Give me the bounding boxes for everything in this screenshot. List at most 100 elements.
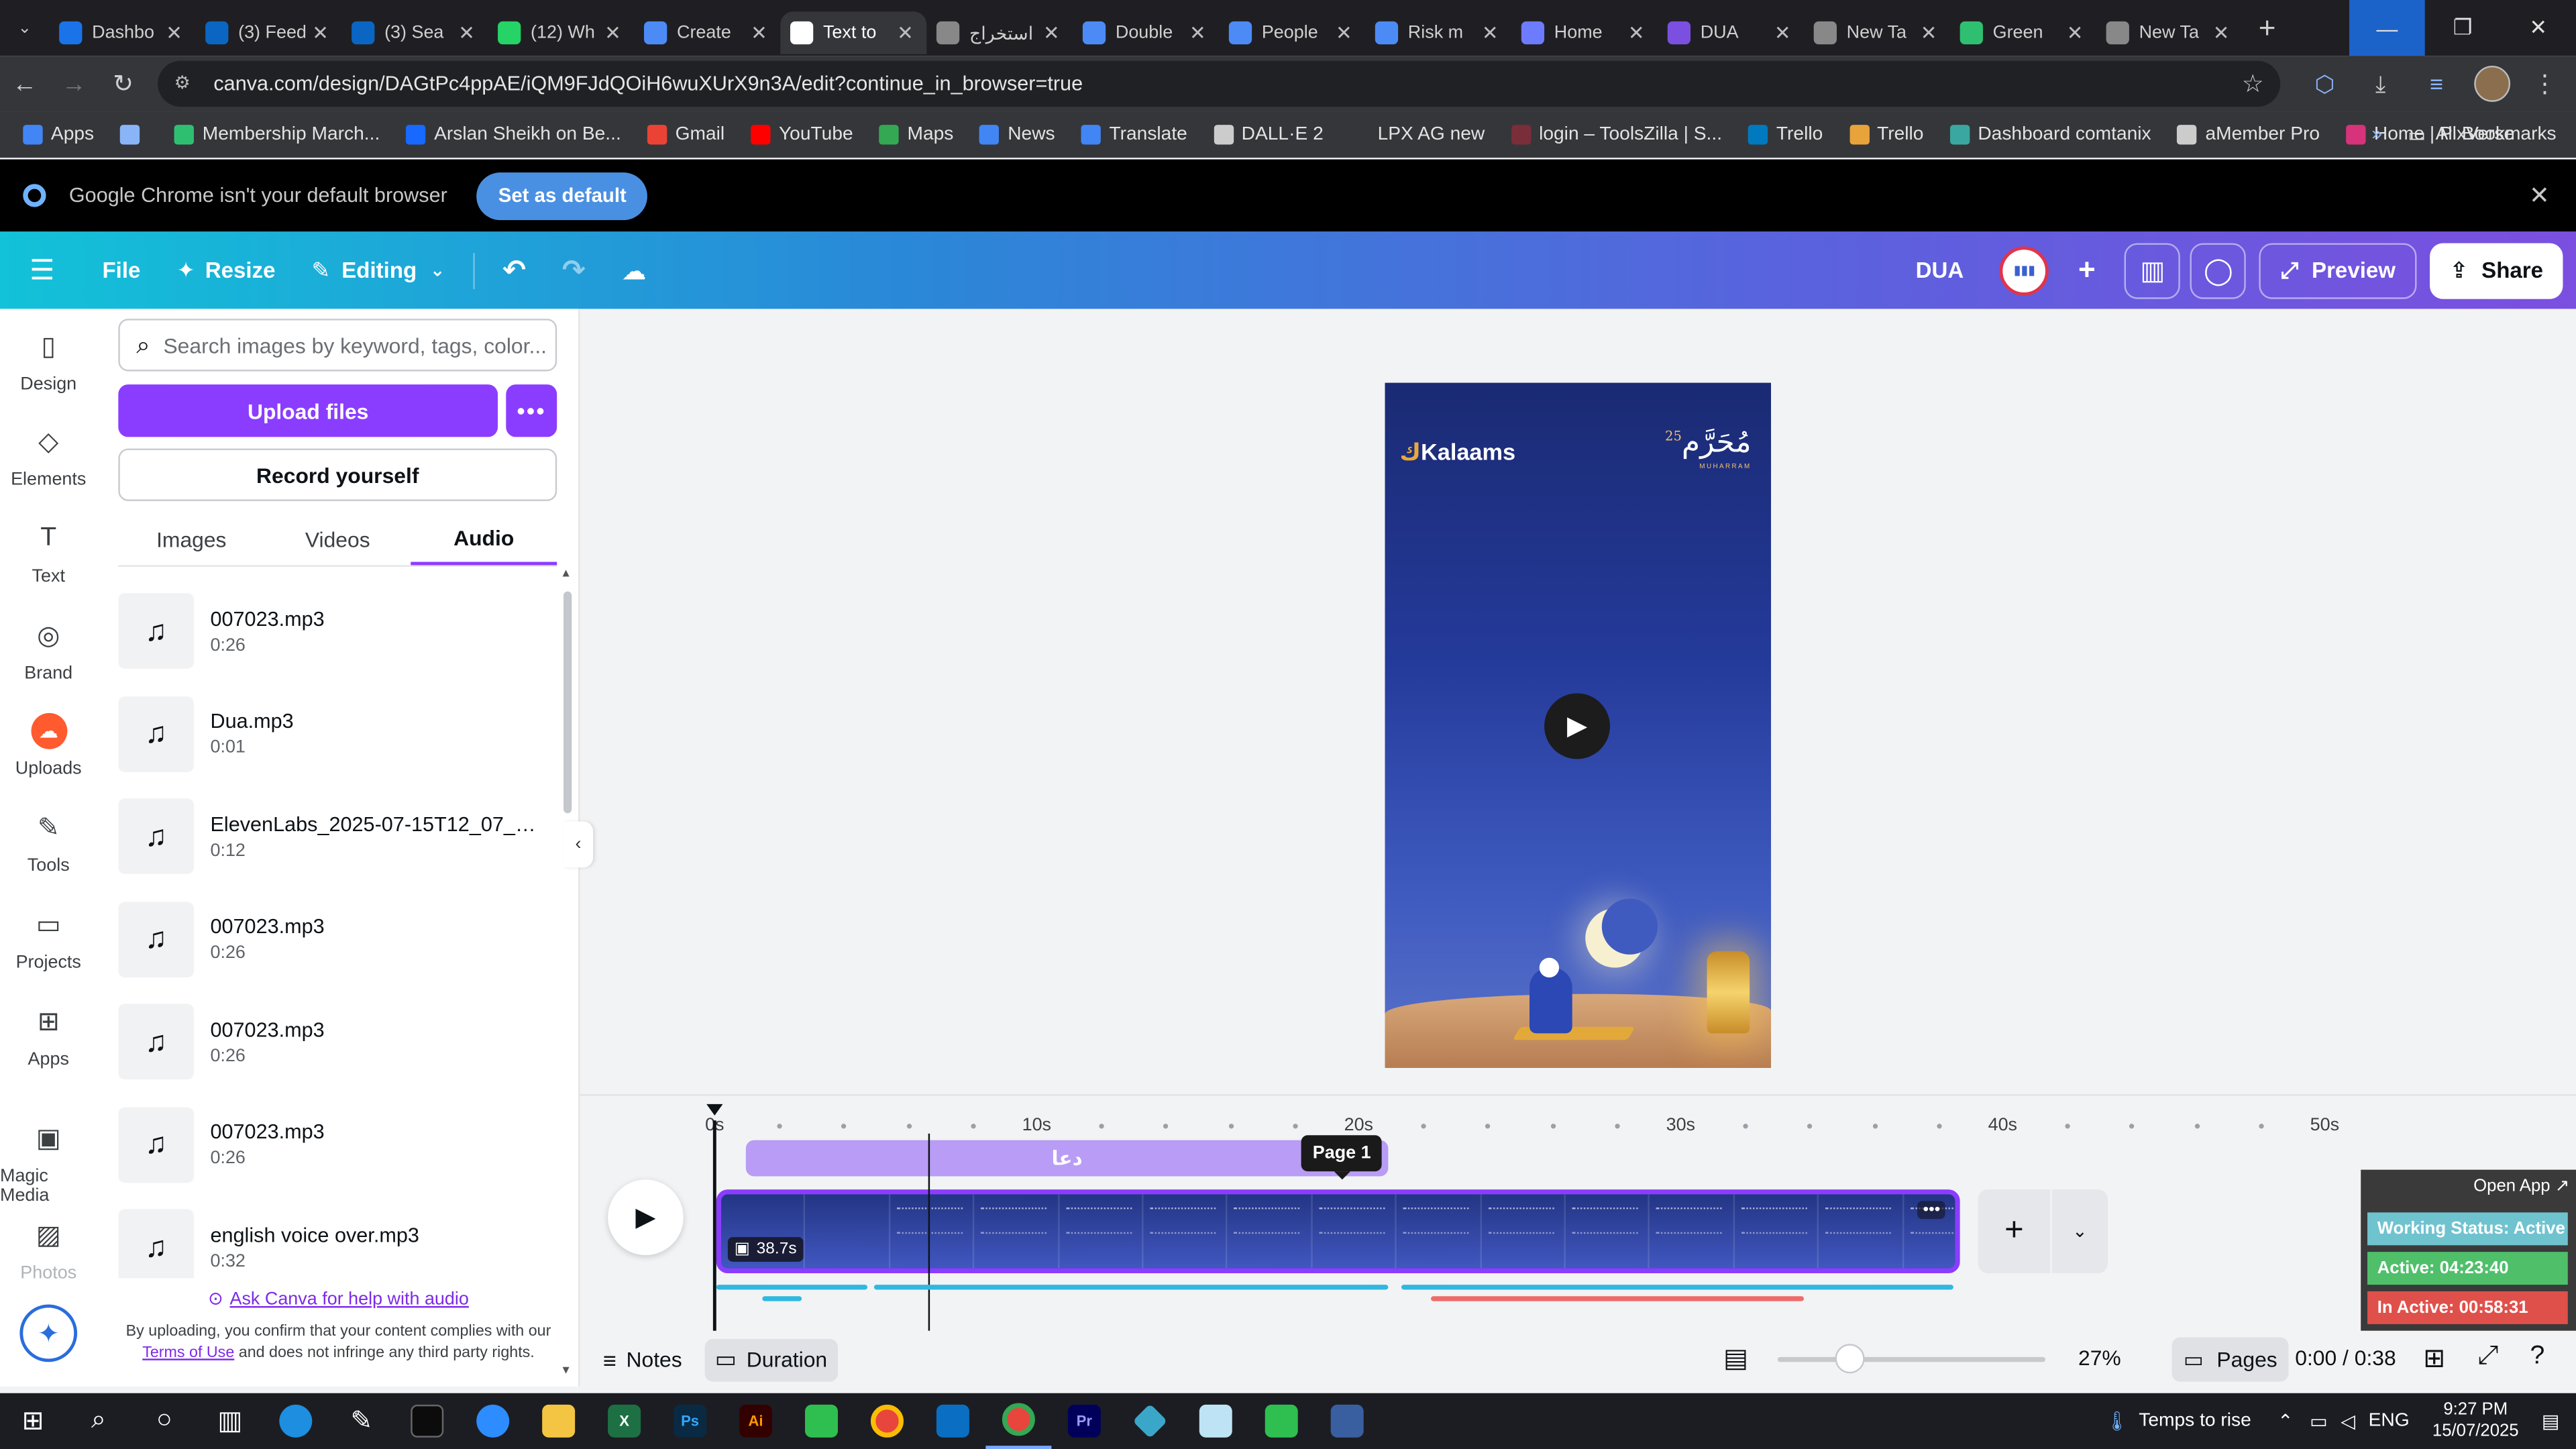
audio-list-item[interactable]: ♫ 007023.mp3 0:26 [118, 991, 558, 1093]
bookmark-item[interactable]: Gmail [647, 125, 724, 145]
tab-close-icon[interactable]: ✕ [894, 21, 916, 44]
rail-item-elements[interactable]: ◇ Elements [0, 424, 97, 490]
browser-tab[interactable]: New Ta ✕ [1804, 11, 1950, 54]
fullscreen-icon[interactable]: ⤢ [2477, 1342, 2498, 1372]
weather-text[interactable]: Temps to rise [2139, 1411, 2251, 1431]
scroll-up-arrow-icon[interactable]: ▲ [560, 568, 572, 580]
browser-tab[interactable]: (12) Wh ✕ [488, 11, 634, 54]
browser-tab[interactable]: (3) Feed ✕ [195, 11, 341, 54]
rail-item-brand[interactable]: ◎ Brand [0, 618, 97, 684]
audio-list-item[interactable]: ♫ 007023.mp3 0:26 [118, 1093, 558, 1196]
vscode-icon[interactable] [920, 1393, 985, 1449]
browser-tab[interactable]: Text to ✕ [780, 11, 927, 54]
bookmark-item[interactable]: Trello [1849, 125, 1924, 145]
rail-item-photos[interactable]: ▨ Photos [0, 1218, 97, 1283]
zoom-slider-track[interactable] [1777, 1356, 2046, 1362]
media-controls-icon[interactable]: ≡ [2408, 59, 2464, 108]
bookmark-item[interactable]: YouTube [751, 125, 853, 145]
tab-audio[interactable]: Audio [411, 513, 557, 566]
app-icon[interactable] [1117, 1393, 1183, 1449]
browser-tab[interactable]: New Ta ✕ [2096, 11, 2243, 54]
scroll-down-arrow-icon[interactable]: ▼ [560, 1365, 572, 1377]
browser-tab[interactable]: (3) Sea ✕ [341, 11, 488, 54]
back-arrow-icon[interactable]: ← [0, 59, 49, 108]
play-video-icon[interactable]: ▶ [1544, 693, 1611, 759]
tab-close-icon[interactable]: ✕ [2210, 21, 2233, 44]
audio-list-item[interactable]: ♫ ElevenLabs_2025-07-15T12_07_02_... 0:12 [118, 786, 558, 888]
browser-tab[interactable]: Double ✕ [1073, 11, 1219, 54]
timeline-play-button[interactable]: ▶ [608, 1179, 684, 1256]
pages-button[interactable]: ▭ Pages [2171, 1337, 2289, 1382]
ask-canva-link[interactable]: ⊙ Ask Canva for help with audio [97, 1288, 580, 1309]
collapse-panel-chevron-icon[interactable]: ‹ [564, 821, 594, 868]
audio-list-item[interactable]: ♫ 007023.mp3 0:26 [118, 888, 558, 991]
upload-files-button[interactable]: Upload files [118, 384, 498, 437]
rail-item-projects[interactable]: ▭ Projects [0, 907, 97, 973]
volume-icon[interactable]: ◁ [2341, 1409, 2355, 1432]
chrome-active-icon[interactable] [985, 1393, 1052, 1449]
resize-button[interactable]: ✦ Resize [158, 231, 293, 309]
bookmark-item[interactable]: News [979, 125, 1055, 145]
bookmark-item[interactable]: DALL·E 2 [1214, 125, 1324, 145]
audio-list-item[interactable]: ♫ 007023.mp3 0:26 [118, 580, 558, 682]
new-tab-plus-icon[interactable]: + [2243, 11, 2292, 45]
illustrator-icon[interactable]: Ai [723, 1393, 789, 1449]
browser-tab[interactable]: Risk m ✕ [1365, 11, 1511, 54]
notes-button[interactable]: ≡ Notes [593, 1338, 692, 1381]
comments-icon[interactable]: ◯ [2190, 242, 2247, 299]
bookmark-item[interactable]: Apps [23, 125, 94, 145]
clip-more-options-icon[interactable]: ••• [1918, 1201, 1945, 1220]
tab-close-icon[interactable]: ✕ [455, 21, 478, 44]
help-icon[interactable]: ? [2530, 1342, 2544, 1372]
forward-arrow-icon[interactable]: → [49, 59, 98, 108]
playhead-handle-icon[interactable] [706, 1104, 723, 1120]
photoshop-icon[interactable]: Ps [657, 1393, 723, 1449]
terminal-icon[interactable] [394, 1393, 460, 1449]
pen-icon[interactable]: ✎ [329, 1393, 394, 1449]
canva-assistant-sparkle-icon[interactable]: ✦ [19, 1304, 78, 1362]
tab-close-icon[interactable]: ✕ [1917, 21, 1940, 44]
zoom-slider-thumb[interactable] [1835, 1344, 1865, 1374]
browser-tab[interactable]: Green ✕ [1950, 11, 2096, 54]
profile-avatar[interactable] [2474, 65, 2511, 102]
preview-button[interactable]: ⤢ Preview [2259, 242, 2417, 299]
main-menu-hamburger-icon[interactable]: ☰ [0, 231, 85, 309]
bookmark-item[interactable]: Membership March... [174, 125, 380, 145]
rail-item-magic-media[interactable]: ▣ Magic Media [0, 1120, 97, 1206]
add-page-plus-icon[interactable]: + [1978, 1189, 2051, 1273]
redo-button[interactable]: ↷ [544, 231, 604, 309]
design-title[interactable]: DUA [1916, 258, 1964, 282]
tab-close-icon[interactable]: ✕ [1186, 21, 1209, 44]
bookmark-item[interactable]: login – ToolsZilla | S... [1511, 125, 1722, 145]
cortana-icon[interactable]: ○ [131, 1393, 197, 1449]
collaborator-avatar[interactable]: ▮▮▮ [2000, 246, 2049, 295]
rail-item-uploads[interactable]: ☁ Uploads [0, 712, 97, 779]
chrome-icon[interactable] [854, 1393, 920, 1449]
tab-close-icon[interactable]: ✕ [1332, 21, 1355, 44]
windows-start-icon[interactable]: ⊞ [0, 1393, 66, 1449]
notes-app-icon[interactable] [1183, 1393, 1248, 1449]
tab-close-icon[interactable]: ✕ [1040, 21, 1063, 44]
file-explorer-icon[interactable] [526, 1393, 592, 1449]
set-as-default-button[interactable]: Set as default [476, 171, 648, 219]
bookmark-item[interactable]: Translate [1081, 125, 1187, 145]
close-window-button[interactable]: ✕ [2500, 0, 2576, 56]
duration-button[interactable]: ▭ Duration [704, 1338, 837, 1381]
task-view-icon[interactable]: ▥ [197, 1393, 263, 1449]
upload-more-options-icon[interactable]: ••• [506, 384, 557, 437]
site-info-icon[interactable]: ⚙ [174, 72, 197, 95]
record-yourself-button[interactable]: Record yourself [118, 448, 557, 501]
tab-search-chevron-icon[interactable]: ⌄ [0, 0, 49, 56]
audio-track[interactable]: دعا [745, 1140, 1389, 1177]
tab-close-icon[interactable]: ✕ [1771, 21, 1794, 44]
bookmark-item[interactable]: LPX AG new [1349, 125, 1485, 145]
rail-item-text[interactable]: T Text [0, 521, 97, 586]
browser-tab[interactable]: Home ✕ [1511, 11, 1658, 54]
excel-icon[interactable]: X [592, 1393, 657, 1449]
browser-tab[interactable]: DUA ✕ [1658, 11, 1804, 54]
extensions-icon[interactable]: ⬡ [2297, 59, 2353, 108]
search-icon[interactable]: ⌕ [66, 1393, 131, 1449]
tab-close-icon[interactable]: ✕ [1479, 21, 1501, 44]
tab-close-icon[interactable]: ✕ [747, 21, 770, 44]
tab-close-icon[interactable]: ✕ [601, 21, 624, 44]
